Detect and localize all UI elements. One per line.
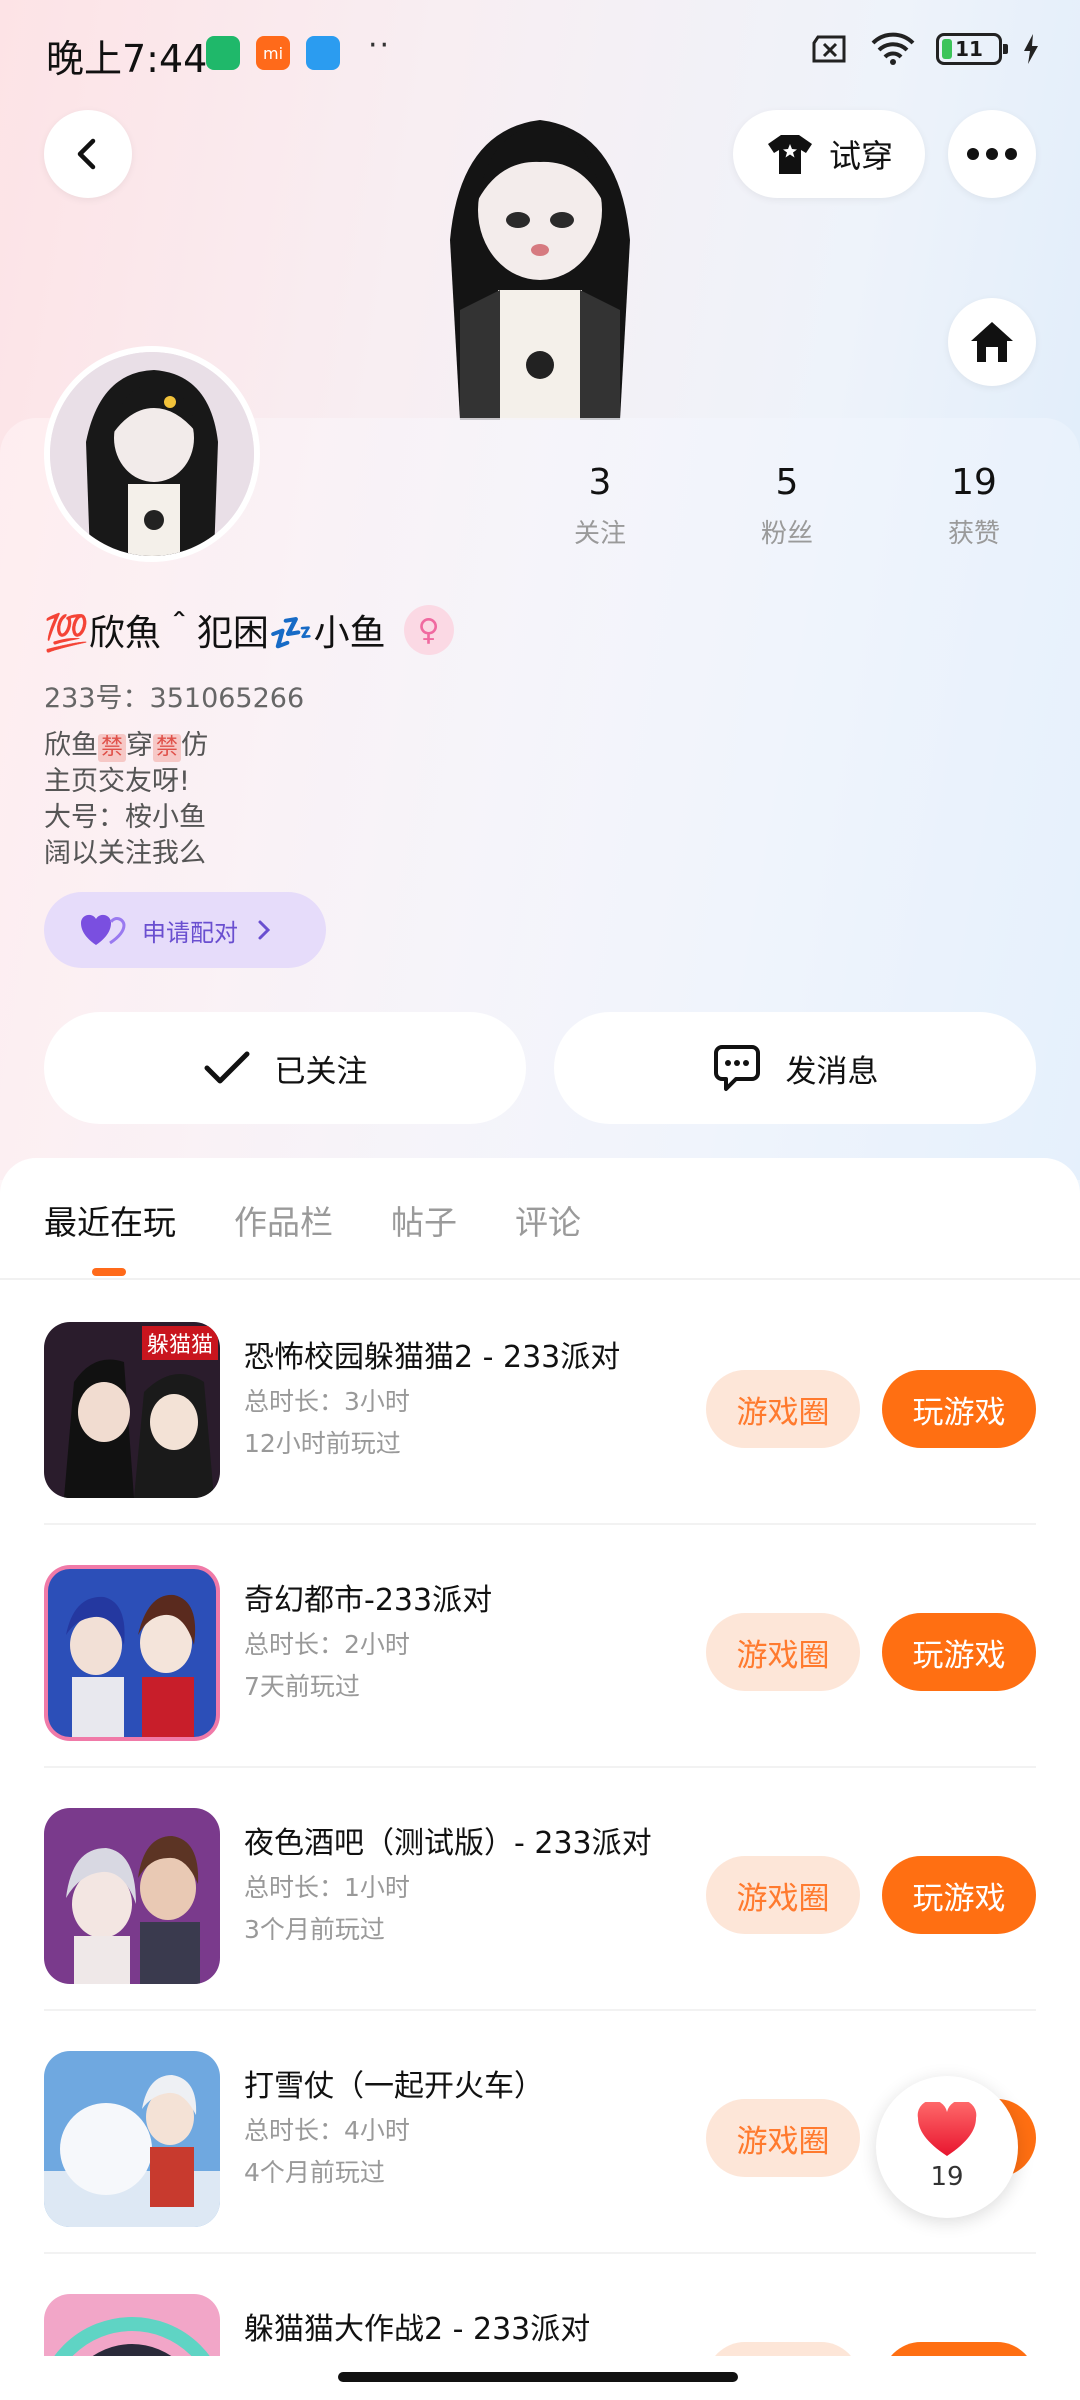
game-last-played: 3个月前玩过 bbox=[244, 1915, 385, 1944]
request-pair-label: 申请配对 bbox=[142, 918, 238, 947]
tab-posts[interactable]: 帖子 bbox=[391, 1196, 457, 1244]
like-floating-button[interactable]: 19 bbox=[876, 2076, 1018, 2218]
following-count: 3 bbox=[588, 462, 612, 503]
game-name: 打雪仗（一起开火车） bbox=[244, 2069, 544, 2104]
battery-icon: 11 bbox=[936, 33, 1008, 65]
game-name: 恐怖校园躲猫猫2 - 233派对 bbox=[244, 1340, 621, 1375]
bio-line-4: 阔以关注我么 bbox=[44, 838, 206, 869]
home-icon bbox=[971, 322, 1013, 362]
chat-bubble-icon bbox=[713, 1045, 760, 1091]
avatar[interactable] bbox=[44, 346, 260, 562]
home-indicator bbox=[338, 2372, 738, 2382]
likes-label: 获赞 bbox=[947, 519, 1000, 549]
game-circle-button[interactable]: 游戏圈 bbox=[706, 1370, 860, 1448]
send-message-button[interactable]: 发消息 bbox=[554, 1012, 1036, 1124]
charging-icon bbox=[1024, 34, 1038, 64]
likes-count: 19 bbox=[951, 462, 997, 503]
game-row[interactable]: 躲猫猫 恐怖校园躲猫猫2 - 233派对 总时长：3小时 12小时前玩过 游戏圈… bbox=[0, 1282, 1080, 1525]
try-on-button[interactable]: 试穿 bbox=[733, 110, 925, 198]
check-icon bbox=[204, 1051, 249, 1084]
hearts-icon bbox=[80, 914, 126, 945]
game-row[interactable]: 奇幻都市-233派对 总时长：2小时 7天前玩过 游戏圈 玩游戏 bbox=[0, 1525, 1080, 1768]
more-dots-icon bbox=[967, 148, 1017, 160]
bio-line-3: 大号：桉小鱼 bbox=[44, 802, 206, 833]
followers-label: 粉丝 bbox=[760, 519, 813, 549]
send-message-label: 发消息 bbox=[785, 1053, 879, 1090]
game-last-played: 4个月前玩过 bbox=[244, 2158, 385, 2187]
game-name: 夜色酒吧（测试版）- 233派对 bbox=[244, 1826, 652, 1861]
game-name: 躲猫猫大作战2 - 233派对 bbox=[244, 2312, 591, 2347]
play-game-button[interactable]: 玩游戏 bbox=[882, 1856, 1036, 1934]
status-icons: 11 bbox=[810, 32, 1040, 66]
chevron-left-icon bbox=[77, 138, 96, 170]
active-tab-indicator bbox=[92, 1268, 126, 1276]
bio-line-1: 欣鱼禁穿禁仿 bbox=[44, 730, 209, 762]
game-name: 奇幻都市-233派对 bbox=[244, 1583, 493, 1618]
game-circle-button[interactable]: 游戏圈 bbox=[706, 1856, 860, 1934]
game-circle-button[interactable]: 游戏圈 bbox=[706, 2099, 860, 2177]
bio-line-2: 主页交友呀! bbox=[44, 766, 190, 797]
bio: 欣鱼禁穿禁仿 主页交友呀! 大号：桉小鱼 阔以关注我么 bbox=[44, 728, 208, 872]
game-last-played: 7天前玩过 bbox=[244, 1672, 360, 1701]
username-row: 💯欣魚＾犯困💤小鱼 ♀ bbox=[44, 604, 454, 656]
avatar-3d-figure bbox=[450, 120, 630, 420]
game-icon: 躲猫猫 bbox=[44, 1322, 220, 1498]
followers-count: 5 bbox=[775, 462, 799, 503]
game-icon bbox=[44, 1808, 220, 1984]
tab-recently-played[interactable]: 最近在玩 bbox=[44, 1196, 176, 1244]
like-count: 19 bbox=[930, 2162, 964, 2192]
stat-likes[interactable]: 19 获赞 bbox=[914, 462, 1034, 550]
back-button[interactable] bbox=[44, 110, 132, 198]
request-pair-button[interactable]: 申请配对 bbox=[44, 892, 326, 968]
tab-comments[interactable]: 评论 bbox=[515, 1196, 581, 1244]
tshirt-icon bbox=[767, 135, 812, 174]
profile-tabs: 最近在玩 作品栏 帖子 评论 bbox=[44, 1196, 581, 1244]
tab-works[interactable]: 作品栏 bbox=[234, 1196, 333, 1244]
chevron-right-icon bbox=[258, 920, 271, 940]
followed-label: 已关注 bbox=[274, 1053, 368, 1090]
following-label: 关注 bbox=[573, 519, 626, 549]
wifi-icon bbox=[871, 32, 915, 65]
female-gender-icon: ♀ bbox=[403, 605, 454, 655]
sim-off-icon bbox=[812, 35, 846, 63]
game-duration: 总时长：4小时 bbox=[244, 2116, 410, 2145]
game-duration: 总时长：3小时 bbox=[244, 1387, 410, 1416]
tabs-divider bbox=[0, 1278, 1080, 1280]
more-notifications-icon: ·· bbox=[368, 28, 392, 63]
home-button[interactable] bbox=[948, 298, 1036, 386]
status-time: 晚上7:44 bbox=[46, 37, 208, 81]
more-button[interactable] bbox=[948, 110, 1036, 198]
username: 💯欣魚＾犯困💤小鱼 bbox=[44, 613, 386, 654]
try-on-label: 试穿 bbox=[828, 137, 893, 175]
user-id: 233号：351065266 bbox=[44, 683, 305, 714]
mi-app-icon: mi bbox=[256, 36, 290, 70]
stat-followers[interactable]: 5 粉丝 bbox=[727, 462, 847, 550]
game-last-played: 12小时前玩过 bbox=[244, 1429, 401, 1458]
game-circle-button[interactable]: 游戏圈 bbox=[706, 1613, 860, 1691]
game-icon bbox=[44, 1565, 220, 1741]
play-game-button[interactable]: 玩游戏 bbox=[882, 1613, 1036, 1691]
game-icon bbox=[44, 2051, 220, 2227]
notification-app-icon bbox=[206, 36, 240, 70]
followed-button[interactable]: 已关注 bbox=[44, 1012, 526, 1124]
svg-text:躲猫猫: 躲猫猫 bbox=[147, 1333, 213, 1358]
game-duration: 总时长：2小时 bbox=[244, 1630, 410, 1659]
game-row[interactable]: 夜色酒吧（测试版）- 233派对 总时长：1小时 3个月前玩过 游戏圈 玩游戏 bbox=[0, 1768, 1080, 2011]
game-duration: 总时长：1小时 bbox=[244, 1873, 410, 1902]
battery-level: 11 bbox=[955, 37, 983, 61]
play-game-button[interactable]: 玩游戏 bbox=[882, 1370, 1036, 1448]
message-app-icon bbox=[306, 36, 340, 70]
heart-icon bbox=[917, 2102, 977, 2156]
avatar-image bbox=[50, 352, 254, 556]
stat-following[interactable]: 3 关注 bbox=[540, 462, 660, 550]
